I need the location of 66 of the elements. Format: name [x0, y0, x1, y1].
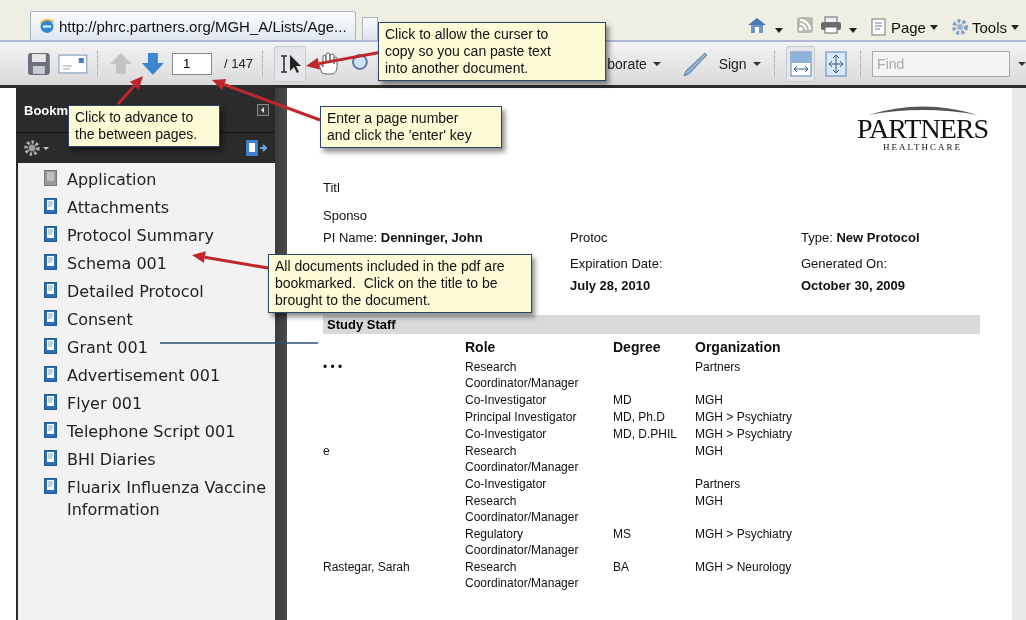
bookmark-item[interactable]: Protocol Summary — [67, 225, 214, 247]
table-cell: MGH > Psychiatry — [695, 410, 793, 424]
bookmark-item[interactable]: Detailed Protocol — [67, 281, 204, 303]
table-cell: • • • — [323, 360, 343, 374]
table-cell: Research Coordinator/Manager — [465, 494, 579, 524]
callout: Click to allow the curser to copy so you can paste text into another document. — [378, 22, 606, 81]
table-cell: Research Coordinator/Manager — [465, 444, 579, 474]
field-label: Expiration Date: — [570, 256, 664, 271]
bookmark-item[interactable]: Advertisement 001 — [67, 365, 221, 387]
page-number-field[interactable]: 1 — [172, 52, 212, 75]
bookmark-item[interactable]: Schema 001 — [67, 253, 167, 275]
field-label: Protoc — [570, 230, 608, 245]
field-label: Sponso — [323, 207, 369, 225]
callout: Enter a page number and click the 'enter' key — [320, 106, 502, 148]
table-cell: MD, Ph.D — [613, 410, 665, 424]
table-cell: Co-Investigator — [465, 427, 547, 441]
browser-tab[interactable]: http://phrc.partners.org/MGH_A/Lists/Age... — [30, 11, 356, 40]
section-header: Study Staff — [323, 315, 980, 334]
bookmark-item[interactable]: Flyer 001 — [67, 393, 143, 415]
field-value: October 30, 2009 — [801, 278, 907, 293]
table-cell: Partners — [695, 360, 741, 374]
table-cell: MS — [613, 527, 631, 541]
field-text: Type: New Protocol — [801, 230, 920, 245]
page-url: http://phrc.partners.org/MGH_A/Lists/Age... — [59, 17, 347, 35]
table-cell: MGH > Neurology — [695, 560, 792, 574]
collaborate-button[interactable]: borate — [603, 55, 665, 72]
table-cell: BA — [613, 560, 629, 574]
logo: PARTNERS HEALTHCARE — [857, 104, 988, 174]
sign-button[interactable]: Sign — [714, 55, 765, 72]
bookmark-item[interactable]: Attachments — [67, 197, 170, 219]
table-cell: Research Coordinator/Manager — [465, 360, 579, 390]
bookmark-item[interactable]: Consent — [67, 309, 133, 331]
field-value: July 28, 2010 — [570, 278, 652, 293]
table-cell: MGH — [695, 444, 723, 458]
table-cell: Rastegar, Sarah — [323, 560, 410, 574]
bookmark-item[interactable]: Telephone Script 001 — [67, 421, 236, 443]
table-cell: e — [323, 444, 330, 458]
menu-button[interactable]: Tools — [950, 18, 1020, 36]
find-field[interactable]: Find — [872, 50, 1011, 77]
field-label: Titl — [323, 179, 341, 197]
table-cell: Regulatory Coordinator/Manager — [465, 527, 579, 557]
table-cell: Principal Investigator — [465, 410, 577, 424]
bookmark-item[interactable]: BHI Diaries — [67, 449, 156, 471]
column-header: Organization — [695, 339, 781, 355]
table-cell: Partners — [695, 477, 741, 491]
column-header: Degree — [613, 339, 661, 355]
callout: All documents included in the pdf are bookmarked. Click on the title to be brought to the document. — [268, 254, 532, 313]
bookmark-item[interactable]: Application — [67, 169, 157, 191]
table-cell: Co-Investigator — [465, 393, 547, 407]
column-header: Role — [465, 339, 496, 355]
menu-button[interactable]: Page — [869, 18, 939, 36]
table-cell: MGH > Psychiatry — [695, 427, 793, 441]
table-cell: MD — [613, 393, 632, 407]
table-cell: Co-Investigator — [465, 477, 547, 491]
table-cell: MGH — [695, 494, 723, 508]
page-count: / 147 — [224, 56, 253, 71]
field-text: PI Name: Denninger, John — [323, 230, 483, 245]
table-cell: Research Coordinator/Manager — [465, 560, 579, 590]
table-cell: MD, D.PHIL — [613, 427, 677, 441]
table-cell: MGH > Psychiatry — [695, 527, 793, 541]
table-cell: MGH — [695, 393, 723, 407]
bookmark-item[interactable]: Fluarix Influenza Vaccine Information — [67, 477, 269, 521]
bookmark-item[interactable]: Grant 001 — [67, 337, 148, 359]
callout: Click to advance to the between pages. — [68, 105, 220, 147]
panel-title: Bookm — [24, 102, 69, 118]
field-label: Generated On: — [801, 256, 888, 271]
